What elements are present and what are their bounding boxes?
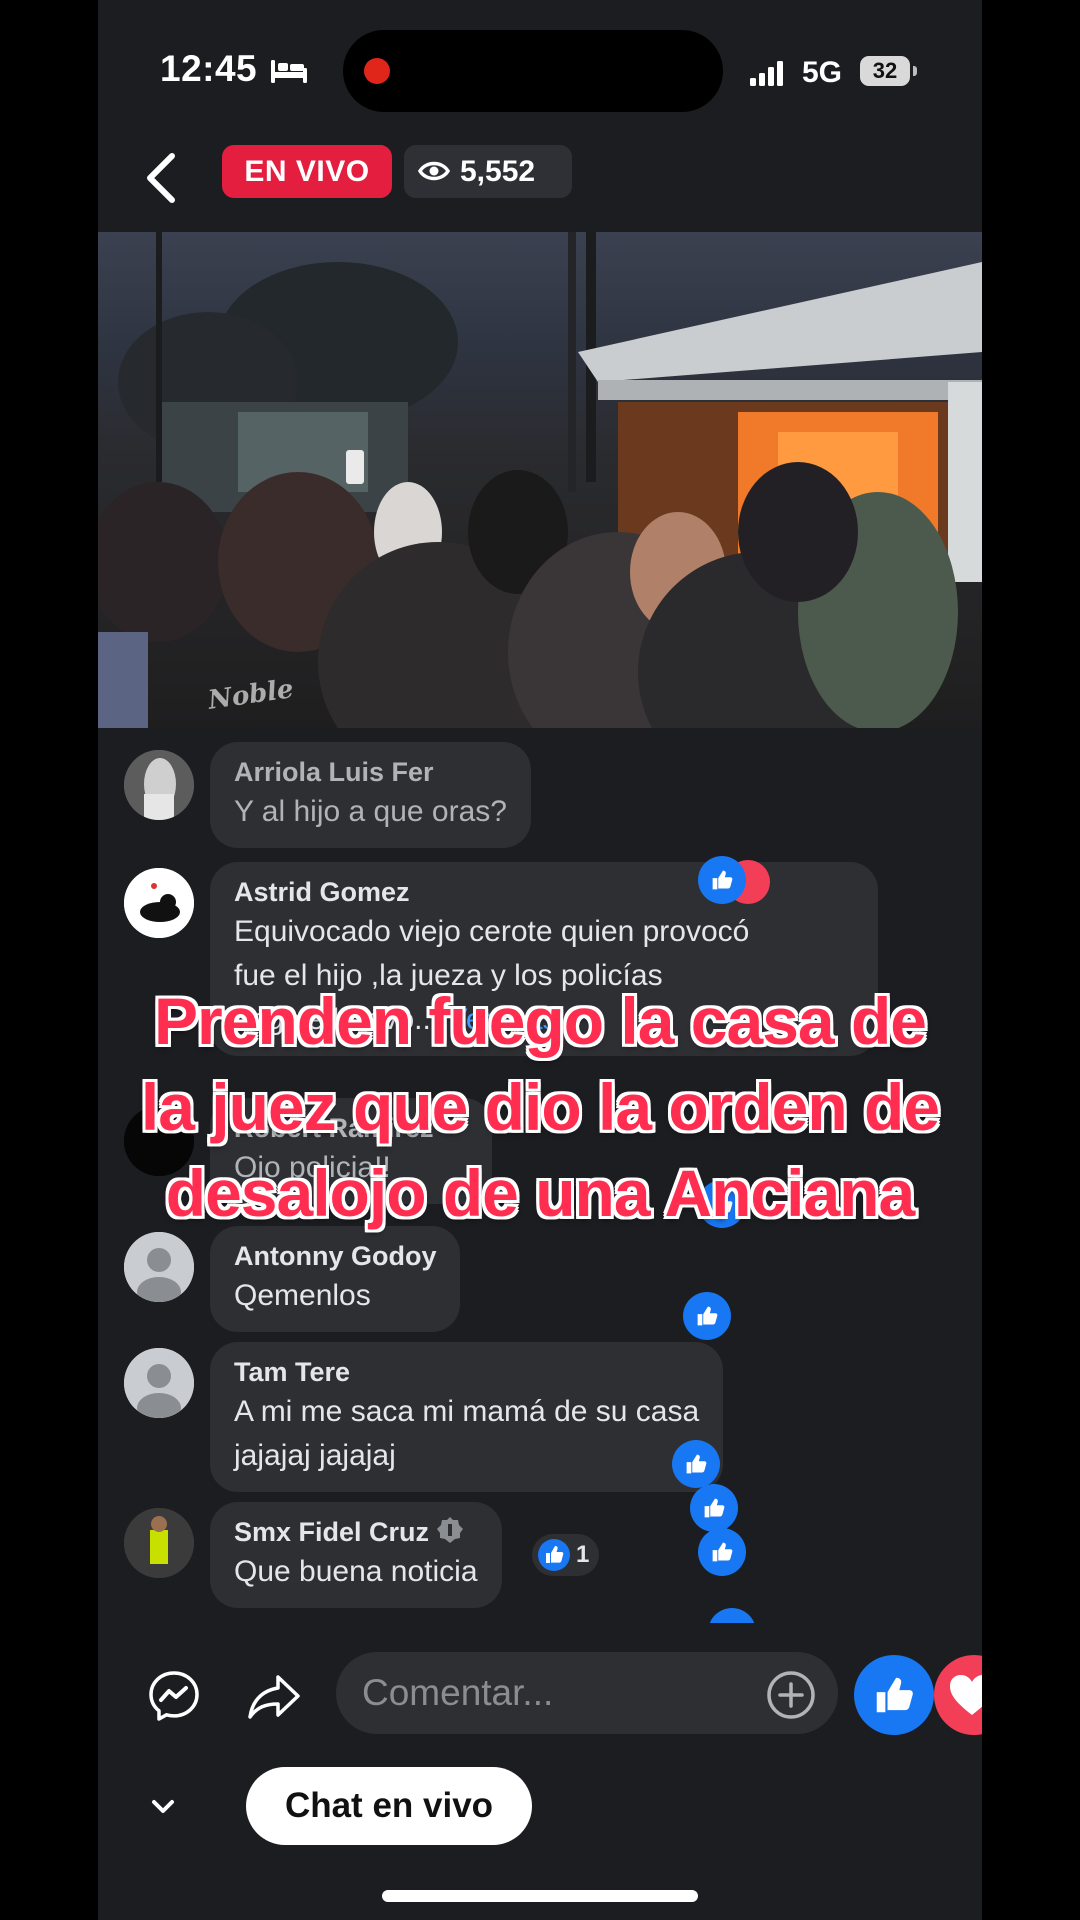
battery-tip <box>913 66 917 76</box>
comment-text-line: A mi me saca mi mamá de su casa <box>234 1395 700 1428</box>
status-time: 12:45 <box>160 48 258 89</box>
reaction-count-badge[interactable]: 1 <box>532 1534 600 1576</box>
comment-author[interactable]: Tam Tere <box>234 1354 699 1390</box>
dynamic-island <box>343 30 723 112</box>
live-chat-button[interactable]: Chat en vivo <box>246 1767 532 1845</box>
viewer-count: 5,552 <box>460 155 536 188</box>
chevron-down-icon[interactable] <box>148 1794 178 1818</box>
default-avatar-icon <box>124 1232 194 1302</box>
bed-icon <box>271 60 307 83</box>
video-frame-illustration <box>98 232 982 728</box>
network-label: 5G <box>802 56 843 89</box>
comment-author-name: Smx Fidel Cruz <box>234 1517 430 1547</box>
signal-icon <box>750 61 783 86</box>
like-icon <box>876 1677 913 1713</box>
avatar[interactable] <box>124 1508 194 1578</box>
recording-indicator-icon <box>364 58 390 84</box>
floating-like-icon <box>672 1440 720 1488</box>
add-icon[interactable] <box>766 1670 816 1720</box>
love-reaction-button[interactable] <box>934 1655 982 1735</box>
live-stream-screen: 12:45 5G 32 EN VIVO 5,552 Noble Arriola … <box>98 0 982 1920</box>
floating-like-icon <box>683 1292 731 1340</box>
comment-composer: Comentar... <box>98 1640 982 1750</box>
avatar[interactable] <box>124 750 194 820</box>
heart-icon <box>950 1675 982 1715</box>
like-reaction-button[interactable] <box>854 1655 934 1735</box>
comment-text: Qemenlos <box>234 1279 371 1312</box>
comment-author[interactable]: Arriola Luis Fer <box>234 754 507 790</box>
comment-bubble[interactable]: Antonny Godoy Qemenlos <box>210 1226 461 1332</box>
default-avatar-icon <box>124 1348 194 1418</box>
share-icon[interactable] <box>246 1672 302 1722</box>
comment-author[interactable]: Smx Fidel Cruz <box>234 1514 478 1550</box>
caption-line: Prenden fuego la casa de <box>154 984 927 1058</box>
floating-like-icon <box>690 1484 738 1532</box>
floating-like-icon <box>698 1528 746 1576</box>
floating-like-icon <box>708 1608 756 1623</box>
home-indicator[interactable] <box>382 1890 698 1902</box>
comment-author[interactable]: Antonny Godoy <box>234 1238 436 1274</box>
avatar[interactable] <box>124 1232 194 1302</box>
comment-text-line: jajajaj jajajaj <box>234 1439 396 1472</box>
back-icon[interactable] <box>138 148 184 208</box>
live-header: EN VIVO 5,552 <box>98 140 982 232</box>
comment-text-line: Equivocado viejo cerote quien provocó <box>234 915 750 948</box>
live-badge: EN VIVO <box>222 145 392 198</box>
caption-line: la juez que dio la orden de <box>140 1070 940 1144</box>
comment-bubble[interactable]: Tam Tere A mi me saca mi mamá de su casa… <box>210 1342 724 1492</box>
eye-icon <box>418 161 450 181</box>
caption-line: desalojo de una Anciana <box>165 1156 915 1230</box>
viewer-count-badge: 5,552 <box>404 145 572 198</box>
avatar[interactable] <box>124 1348 194 1418</box>
comment-text: Que buena noticia <box>234 1555 478 1588</box>
status-bar: 12:45 5G 32 <box>98 0 982 140</box>
like-reaction-icon <box>538 1539 570 1571</box>
comment-bubble[interactable]: Smx Fidel Cruz Que buena noticia <box>210 1502 502 1608</box>
live-video[interactable]: Noble <box>98 232 982 728</box>
floating-like-icon <box>698 856 746 904</box>
avatar[interactable] <box>124 868 194 938</box>
comment-bubble[interactable]: Arriola Luis Fer Y al hijo a que oras? <box>210 742 531 848</box>
top-fan-badge-icon <box>437 1517 464 1543</box>
video-overlay-caption: Prenden fuego la casa de la juez que dio… <box>128 978 952 1236</box>
battery-indicator: 32 <box>860 56 910 86</box>
comment-input[interactable]: Comentar... <box>336 1652 838 1734</box>
comment-text: Y al hijo a que oras? <box>234 795 507 828</box>
reaction-count: 1 <box>576 1541 590 1568</box>
messenger-icon[interactable] <box>148 1670 200 1722</box>
